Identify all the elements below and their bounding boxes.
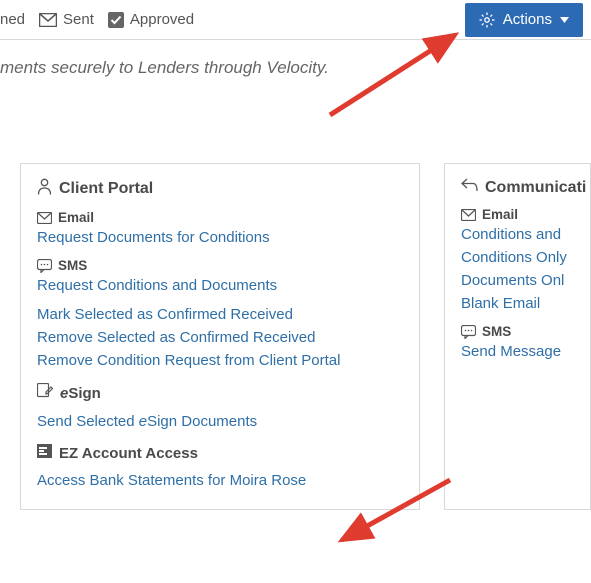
client-portal-title: Client Portal bbox=[37, 178, 403, 200]
ez-title-text: EZ Account Access bbox=[59, 445, 198, 462]
reply-icon bbox=[461, 178, 478, 197]
portal-email-heading: Email bbox=[37, 210, 403, 225]
pencil-icon bbox=[37, 383, 53, 403]
communications-card: Communicati Email Conditions and Conditi… bbox=[444, 163, 591, 510]
tagline: ments securely to Lenders through Veloci… bbox=[0, 40, 591, 78]
communications-title: Communicati bbox=[461, 178, 574, 197]
status-approved[interactable]: Approved bbox=[108, 11, 194, 28]
topbar: ned Sent Approved Actions bbox=[0, 0, 591, 40]
envelope-icon bbox=[39, 13, 57, 27]
portal-sms-label: SMS bbox=[58, 258, 87, 273]
send-esign-link[interactable]: Send Selected eSign Documents bbox=[37, 413, 403, 430]
comm-email-label: Email bbox=[482, 207, 518, 222]
actions-label: Actions bbox=[503, 11, 552, 28]
esign-title-text: eSign bbox=[60, 385, 101, 402]
envelope-icon bbox=[37, 212, 52, 224]
chat-icon bbox=[461, 325, 476, 339]
ez-icon bbox=[37, 444, 52, 462]
person-icon bbox=[37, 178, 52, 200]
portal-email-label: Email bbox=[58, 210, 94, 225]
esign-title: eSign bbox=[37, 383, 403, 403]
comm-email-heading: Email bbox=[461, 207, 574, 222]
comm-sms-label: SMS bbox=[482, 324, 511, 339]
communications-title-text: Communicati bbox=[485, 179, 586, 197]
ez-account-title: EZ Account Access bbox=[37, 444, 403, 462]
comm-send-message-link[interactable]: Send Message bbox=[461, 343, 574, 360]
access-bank-link[interactable]: Access Bank Statements for Moira Rose bbox=[37, 472, 403, 489]
mark-confirmed-link[interactable]: Mark Selected as Confirmed Received bbox=[37, 306, 403, 323]
status-sent-label: Sent bbox=[63, 11, 94, 28]
remove-confirmed-link[interactable]: Remove Selected as Confirmed Received bbox=[37, 329, 403, 346]
caret-down-icon bbox=[560, 17, 569, 23]
comm-link-1[interactable]: Conditions and bbox=[461, 226, 574, 243]
chat-icon bbox=[37, 259, 52, 273]
status-sent[interactable]: Sent bbox=[39, 11, 94, 28]
gear-icon bbox=[479, 12, 495, 28]
actions-button[interactable]: Actions bbox=[465, 3, 583, 37]
checkbox-icon bbox=[108, 12, 124, 28]
request-documents-link[interactable]: Request Documents for Conditions bbox=[37, 229, 403, 246]
status-ned-label: ned bbox=[0, 11, 25, 28]
cards-row: Client Portal Email Request Documents fo… bbox=[0, 163, 591, 510]
status-approved-label: Approved bbox=[130, 11, 194, 28]
portal-sms-heading: SMS bbox=[37, 258, 403, 273]
status-ned: ned bbox=[0, 11, 25, 28]
envelope-icon bbox=[461, 209, 476, 221]
request-conditions-link[interactable]: Request Conditions and Documents bbox=[37, 277, 403, 294]
comm-link-3[interactable]: Documents Onl bbox=[461, 272, 574, 289]
comm-link-4[interactable]: Blank Email bbox=[461, 295, 574, 312]
comm-link-2[interactable]: Conditions Only bbox=[461, 249, 574, 266]
client-portal-card: Client Portal Email Request Documents fo… bbox=[20, 163, 420, 510]
comm-sms-heading: SMS bbox=[461, 324, 574, 339]
remove-portal-link[interactable]: Remove Condition Request from Client Por… bbox=[37, 352, 403, 369]
client-portal-title-text: Client Portal bbox=[59, 180, 153, 198]
